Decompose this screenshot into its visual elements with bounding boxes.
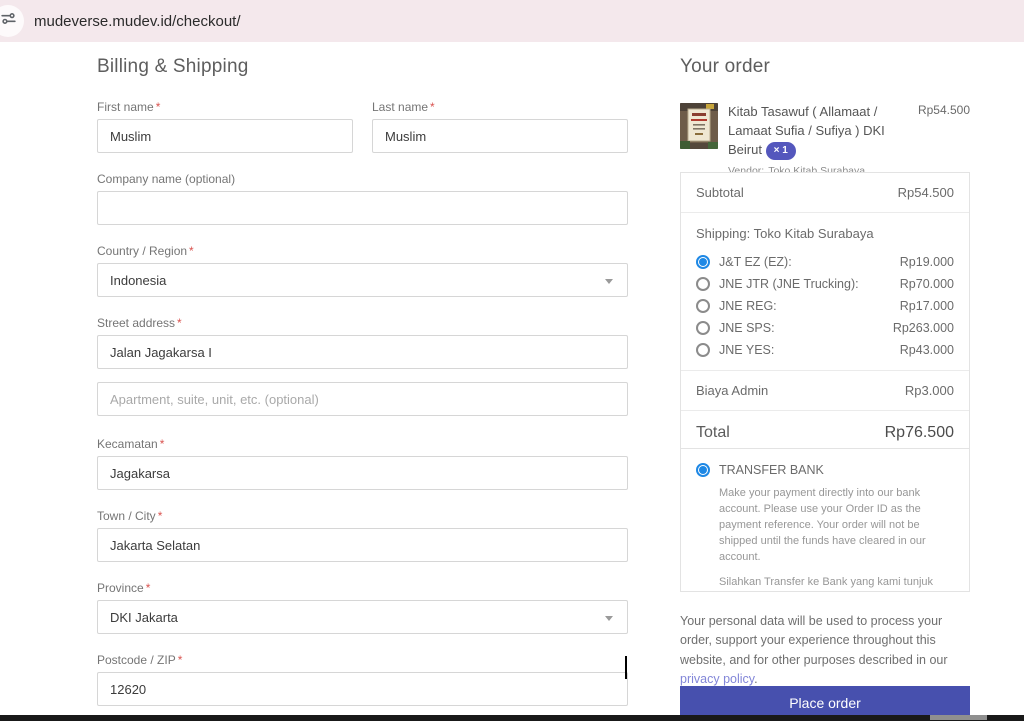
shipping-heading: Shipping: Toko Kitab Surabaya	[696, 226, 874, 241]
apartment-group	[97, 382, 628, 416]
order-item-row: Kitab Tasawuf ( Allamaat / Lamaat Sufia …	[680, 103, 970, 179]
radio-unselected-icon[interactable]	[696, 276, 710, 291]
first-name-label: First name	[97, 100, 154, 114]
total-value: Rp76.500	[884, 424, 954, 441]
admin-fee-row: Biaya Admin Rp3.000	[681, 371, 969, 411]
shipping-option-jnt-ez[interactable]: J&T EZ (EZ): Rp19.000	[696, 252, 954, 271]
radio-unselected-icon[interactable]	[696, 320, 710, 335]
privacy-text-end: .	[754, 672, 758, 687]
street-address-input[interactable]	[97, 335, 628, 369]
required-marker: *	[430, 100, 435, 114]
product-image	[680, 103, 718, 149]
country-label: Country / Region	[97, 244, 188, 258]
admin-fee-label: Biaya Admin	[696, 383, 769, 398]
payment-method-transfer-bank[interactable]: TRANSFER BANK	[696, 463, 954, 477]
kecamatan-group: Kecamatan *	[97, 437, 628, 490]
shipping-option-price: Rp19.000	[899, 254, 954, 269]
shipping-option-label: JNE JTR (JNE Trucking):	[719, 276, 859, 291]
shipping-option-jne-yes[interactable]: JNE YES: Rp43.000	[696, 340, 954, 359]
shipping-option-price: Rp70.000	[899, 276, 954, 291]
browser-url-bar: mudeverse.mudev.id/checkout/	[0, 0, 1024, 42]
checkout-form: First name* Last name* Company name (opt…	[97, 100, 628, 706]
first-name-group: First name *	[97, 100, 353, 153]
privacy-policy-link[interactable]: privacy policy	[680, 672, 754, 686]
street-group: Street address *	[97, 316, 628, 369]
apartment-input[interactable]	[97, 382, 628, 416]
country-group: Country / Region * Indonesia	[97, 244, 628, 297]
province-selected-value: DKI Jakarta	[110, 609, 178, 625]
required-marker: *	[177, 653, 183, 667]
required-marker: *	[159, 437, 165, 451]
site-settings-button[interactable]	[0, 5, 24, 37]
shipping-option-jne-jtr[interactable]: JNE JTR (JNE Trucking): Rp70.000	[696, 274, 954, 293]
scrollbar-thumb[interactable]	[930, 715, 987, 720]
payment-method-label: TRANSFER BANK	[719, 463, 824, 477]
subtotal-value: Rp54.500	[897, 185, 954, 200]
quantity-badge: × 1	[765, 141, 796, 161]
postcode-group: Postcode / ZIP *	[97, 653, 628, 706]
required-marker: *	[177, 316, 182, 330]
last-name-label: Last name	[372, 100, 429, 114]
shipping-option-label: JNE YES:	[719, 342, 775, 357]
subtotal-row: Subtotal Rp54.500	[681, 173, 969, 213]
tune-icon	[0, 10, 17, 32]
radio-selected-icon[interactable]	[696, 254, 710, 269]
shipping-option-label: JNE SPS:	[719, 320, 775, 335]
billing-heading: Billing & Shipping	[97, 56, 249, 77]
province-label: Province	[97, 581, 144, 595]
text-cursor	[625, 656, 627, 679]
order-totals-box: Subtotal Rp54.500 Shipping: Toko Kitab S…	[680, 172, 970, 456]
payment-methods-box: TRANSFER BANK Make your payment directly…	[680, 448, 970, 592]
shipping-option-jne-sps[interactable]: JNE SPS: Rp263.000	[696, 318, 954, 337]
required-marker: *	[189, 244, 194, 258]
postcode-label: Postcode / ZIP	[97, 653, 176, 667]
company-group: Company name (optional)	[97, 172, 628, 225]
billing-shipping-section: Billing & Shipping First name* Last name…	[97, 42, 628, 721]
product-price: Rp54.500	[917, 103, 970, 117]
kecamatan-input[interactable]	[97, 456, 628, 490]
required-marker: *	[157, 509, 163, 523]
product-name[interactable]: Kitab Tasawuf ( Allamaat / Lamaat Sufia …	[728, 104, 885, 157]
city-group: Town / City *	[97, 509, 628, 562]
last-name-group: Last name *	[372, 100, 628, 153]
first-name-input[interactable]	[97, 119, 353, 153]
shipping-section: Shipping: Toko Kitab Surabaya J&T EZ (EZ…	[681, 213, 969, 371]
radio-unselected-icon[interactable]	[696, 342, 710, 357]
city-input[interactable]	[97, 528, 628, 562]
shipping-option-label: J&T EZ (EZ):	[719, 254, 792, 269]
privacy-text: Your personal data will be used to proce…	[680, 614, 948, 667]
required-marker: *	[145, 581, 151, 595]
payment-description-id: Silahkan Transfer ke Bank yang kami tunj…	[719, 575, 934, 588]
order-summary-section: Your order Kitab Tasawuf ( Allamaat / La…	[680, 42, 970, 720]
country-select[interactable]: Indonesia	[97, 263, 628, 297]
country-selected-value: Indonesia	[110, 272, 167, 288]
window-edge	[0, 715, 1024, 721]
postcode-input[interactable]	[97, 672, 628, 706]
shipping-option-price: Rp17.000	[899, 298, 954, 313]
total-label: Total	[696, 424, 730, 441]
chevron-down-icon	[605, 279, 613, 284]
province-select[interactable]: DKI Jakarta	[97, 600, 628, 634]
province-group: Province * DKI Jakarta	[97, 581, 628, 634]
admin-fee-value: Rp3.000	[904, 383, 954, 398]
radio-selected-icon[interactable]	[696, 463, 710, 477]
shipping-option-label: JNE REG:	[719, 298, 777, 313]
required-marker: *	[155, 100, 161, 114]
payment-description-en: Make your payment directly into our bank…	[719, 487, 926, 563]
shipping-option-price: Rp263.000	[892, 320, 954, 335]
shipping-option-jne-reg[interactable]: JNE REG: Rp17.000	[696, 296, 954, 315]
privacy-notice: Your personal data will be used to proce…	[680, 612, 970, 690]
your-order-heading: Your order	[680, 56, 771, 77]
subtotal-label: Subtotal	[696, 185, 744, 200]
url-text[interactable]: mudeverse.mudev.id/checkout/	[34, 13, 241, 30]
radio-unselected-icon[interactable]	[696, 298, 710, 313]
chevron-down-icon	[605, 616, 613, 621]
company-label: Company name (optional)	[97, 172, 236, 186]
kecamatan-label: Kecamatan	[97, 437, 158, 451]
shipping-option-price: Rp43.000	[899, 342, 954, 357]
company-input[interactable]	[97, 191, 628, 225]
street-label: Street address	[97, 316, 176, 330]
city-label: Town / City	[97, 509, 156, 523]
last-name-input[interactable]	[372, 119, 628, 153]
